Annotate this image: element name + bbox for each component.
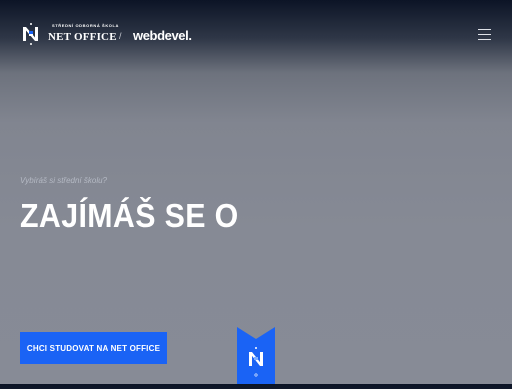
cta-apply-button[interactable]: CHCI STUDOVAT NA NET OFFICE — [20, 332, 167, 364]
logo-name: NET OFFICE — [48, 30, 117, 43]
hamburger-icon-line — [478, 33, 491, 36]
logo-subtitle: STŘEDNÍ ODBORNÁ ŠKOLA — [52, 22, 120, 28]
hamburger-icon-line — [478, 38, 491, 40]
school-logo[interactable]: STŘEDNÍ ODBORNÁ ŠKOLA NET OFFICE — [22, 20, 118, 48]
hamburger-icon-line — [478, 29, 491, 31]
logo-text: STŘEDNÍ ODBORNÁ ŠKOLA NET OFFICE — [44, 23, 118, 43]
logo-mark-icon — [22, 22, 40, 46]
school-crest-icon[interactable] — [237, 327, 275, 384]
top-bar: STŘEDNÍ ODBORNÁ ŠKOLA NET OFFICE / webde… — [0, 0, 512, 70]
hero-eyebrow: Vybíráš si střední školu? — [20, 176, 108, 185]
menu-button[interactable] — [478, 29, 491, 40]
logo-divider: / — [119, 31, 122, 41]
partner-logo-webdevel[interactable]: webdevel. — [133, 28, 192, 43]
hero-headline: ZAJÍMÁŠ SE O — [20, 197, 239, 234]
